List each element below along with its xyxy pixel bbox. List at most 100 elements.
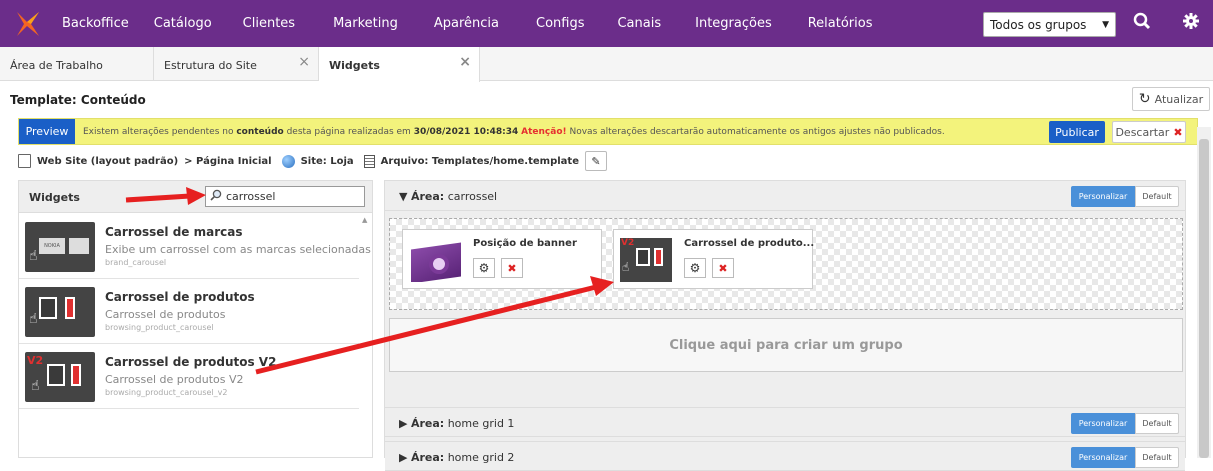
scroll-up-icon[interactable]: ▲ [362, 216, 367, 224]
area-label-prefix: Área: [410, 190, 445, 203]
widget-dropzone[interactable]: Posição de banner ⚙ ✖ V2 ☝ Carrossel de … [389, 218, 1183, 345]
widgets-panel-header: Widgets carrossel [19, 181, 372, 213]
area-header-home-grid-1[interactable]: ▶ Área: home grid 1 Personalizar Default [385, 407, 1185, 437]
vertical-scrollbar[interactable] [1197, 127, 1211, 458]
widget-desc: Carrossel de produtos [105, 308, 226, 321]
close-icon: ✖ [1173, 125, 1183, 139]
discard-button[interactable]: Descartar ✖ [1112, 121, 1186, 143]
refresh-icon: ↻ [1138, 91, 1151, 107]
breadcrumb-site[interactable]: Site: Loja [301, 156, 354, 167]
pencil-icon[interactable]: ✎ [584, 151, 607, 171]
gear-icon[interactable] [1182, 12, 1200, 35]
tab-label: Área de Trabalho [10, 59, 103, 72]
tab-estrutura-do-site[interactable]: Estrutura do Site × [154, 47, 319, 81]
top-navbar: Backoffice Catálogo Clientes Marketing A… [0, 0, 1213, 47]
tab-bar: Área de Trabalho Estrutura do Site × Wid… [0, 47, 1213, 82]
widget-code: browsing_product_carousel_v2 [105, 388, 228, 397]
area-label: ▼ Área: carrossel [399, 190, 498, 203]
pending-changes-alert: Preview Existem alterações pendentes no … [18, 118, 1198, 145]
areas-panel: ▼ Área: carrossel Personalizar Default P… [384, 180, 1186, 471]
alert-text-mid: desta página realizadas em [283, 126, 414, 137]
discard-label: Descartar [1115, 125, 1170, 139]
area-name: carrossel [447, 190, 498, 203]
tab-area-de-trabalho[interactable]: Área de Trabalho [0, 47, 154, 81]
alert-text-suffix: Novas alterações descartarão automaticam… [566, 126, 945, 137]
alert-date: 30/08/2021 10:48:34 [413, 126, 519, 137]
search-input-value: carrossel [226, 190, 276, 203]
chevron-down-icon: ▼ [1102, 19, 1109, 30]
tab-widgets[interactable]: Widgets × [319, 47, 480, 82]
widget-name: Carrossel de produtos [105, 290, 255, 304]
widget-search-input[interactable]: carrossel [205, 186, 365, 207]
banner-thumbnail [409, 238, 461, 282]
file-icon [363, 154, 375, 168]
area-label: ▶ Área: home grid 1 [399, 417, 515, 430]
widget-item-carrossel-marcas[interactable]: NOKIA ☝ Carrossel de marcas Exibe um car… [19, 214, 371, 279]
breadcrumb: Web Site (layout padrão) > Página Inicia… [18, 151, 607, 171]
widget-card-title: Carrossel de produto... [684, 238, 815, 249]
area-header-carrossel[interactable]: ▼ Área: carrossel Personalizar Default [385, 181, 1185, 211]
widget-card-posicao-banner[interactable]: Posição de banner ⚙ ✖ [402, 229, 602, 289]
edit-page-icon [18, 154, 31, 168]
breadcrumb-page[interactable]: > Página Inicial [184, 156, 271, 167]
search-icon[interactable] [1133, 12, 1151, 35]
carousel-products-thumbnail: ☝ [25, 287, 95, 337]
publish-button[interactable]: Publicar [1049, 121, 1105, 143]
default-button[interactable]: Default [1135, 413, 1179, 434]
group-select[interactable]: Todos os grupos ▼ [983, 12, 1116, 37]
alert-text-bold: conteúdo [236, 126, 284, 137]
globe-icon [281, 154, 295, 168]
area-label-prefix: Área: [410, 417, 445, 430]
nav-configs[interactable]: Configs [536, 16, 584, 31]
widget-code: brand_carousel [105, 258, 167, 267]
nav-backoffice[interactable]: Backoffice [62, 16, 129, 31]
refresh-button[interactable]: ↻ Atualizar [1132, 87, 1210, 111]
carousel-products-v2-thumbnail: V2 ☝ [620, 238, 672, 282]
close-icon[interactable]: × [298, 54, 310, 70]
personalizar-button[interactable]: Personalizar [1071, 186, 1135, 207]
widget-item-carrossel-produtos[interactable]: ☝ Carrossel de produtos Carrossel de pro… [19, 279, 359, 344]
widgets-panel-title: Widgets [29, 191, 80, 204]
tab-label: Estrutura do Site [164, 59, 257, 72]
search-icon [210, 189, 222, 204]
logo-icon[interactable] [0, 0, 56, 47]
delete-icon[interactable]: ✖ [712, 258, 734, 278]
gear-icon[interactable]: ⚙ [473, 258, 495, 278]
preview-button[interactable]: Preview [19, 119, 75, 144]
delete-icon[interactable]: ✖ [501, 258, 523, 278]
main-nav: Backoffice Catálogo Clientes Marketing A… [56, 0, 873, 47]
widget-code: browsing_product_carousel [105, 323, 214, 332]
breadcrumb-layout[interactable]: Web Site (layout padrão) [37, 156, 178, 167]
widget-name: Carrossel de produtos V2 [105, 355, 277, 369]
page-title: Template: Conteúdo [10, 93, 146, 107]
nav-aparencia[interactable]: Aparência [434, 16, 499, 31]
personalizar-button[interactable]: Personalizar [1071, 413, 1135, 434]
widget-card-carrossel-produtos[interactable]: V2 ☝ Carrossel de produto... ⚙ ✖ [613, 229, 815, 289]
widget-card-title: Posição de banner [473, 238, 577, 249]
alert-warning: Atenção! [521, 126, 567, 137]
nav-marketing[interactable]: Marketing [333, 16, 398, 31]
carousel-products-v2-thumbnail: V2 ☝ [25, 352, 95, 402]
area-header-home-grid-2[interactable]: ▶ Área: home grid 2 Personalizar Default [385, 441, 1185, 471]
alert-message: Existem alterações pendentes no conteúdo… [83, 127, 945, 137]
widget-item-carrossel-produtos-v2[interactable]: V2 ☝ Carrossel de produtos V2 Carrossel … [19, 344, 359, 409]
nav-catalogo[interactable]: Catálogo [154, 16, 212, 31]
carousel-brands-thumbnail: NOKIA ☝ [25, 222, 95, 272]
nav-clientes[interactable]: Clientes [243, 16, 295, 31]
default-button[interactable]: Default [1135, 186, 1179, 207]
scrollbar-thumb[interactable] [1199, 139, 1209, 458]
group-select-value: Todos os grupos [990, 17, 1087, 32]
gear-icon[interactable]: ⚙ [684, 258, 706, 278]
breadcrumb-file[interactable]: Arquivo: Templates/home.template [381, 156, 579, 167]
refresh-label: Atualizar [1154, 92, 1204, 106]
nav-integracoes[interactable]: Integrações [695, 16, 772, 31]
area-name: home grid 1 [447, 417, 515, 430]
widget-name: Carrossel de marcas [105, 225, 243, 239]
nav-canais[interactable]: Canais [617, 16, 661, 31]
create-group-button[interactable]: Clique aqui para criar um grupo [389, 318, 1183, 372]
close-icon[interactable]: × [459, 54, 471, 70]
widgets-panel: Widgets carrossel ▲ NOKIA ☝ Carrossel de… [18, 180, 373, 458]
tab-label: Widgets [329, 59, 380, 72]
alert-text-prefix: Existem alterações pendentes no [83, 126, 237, 137]
nav-relatorios[interactable]: Relatórios [808, 16, 873, 31]
